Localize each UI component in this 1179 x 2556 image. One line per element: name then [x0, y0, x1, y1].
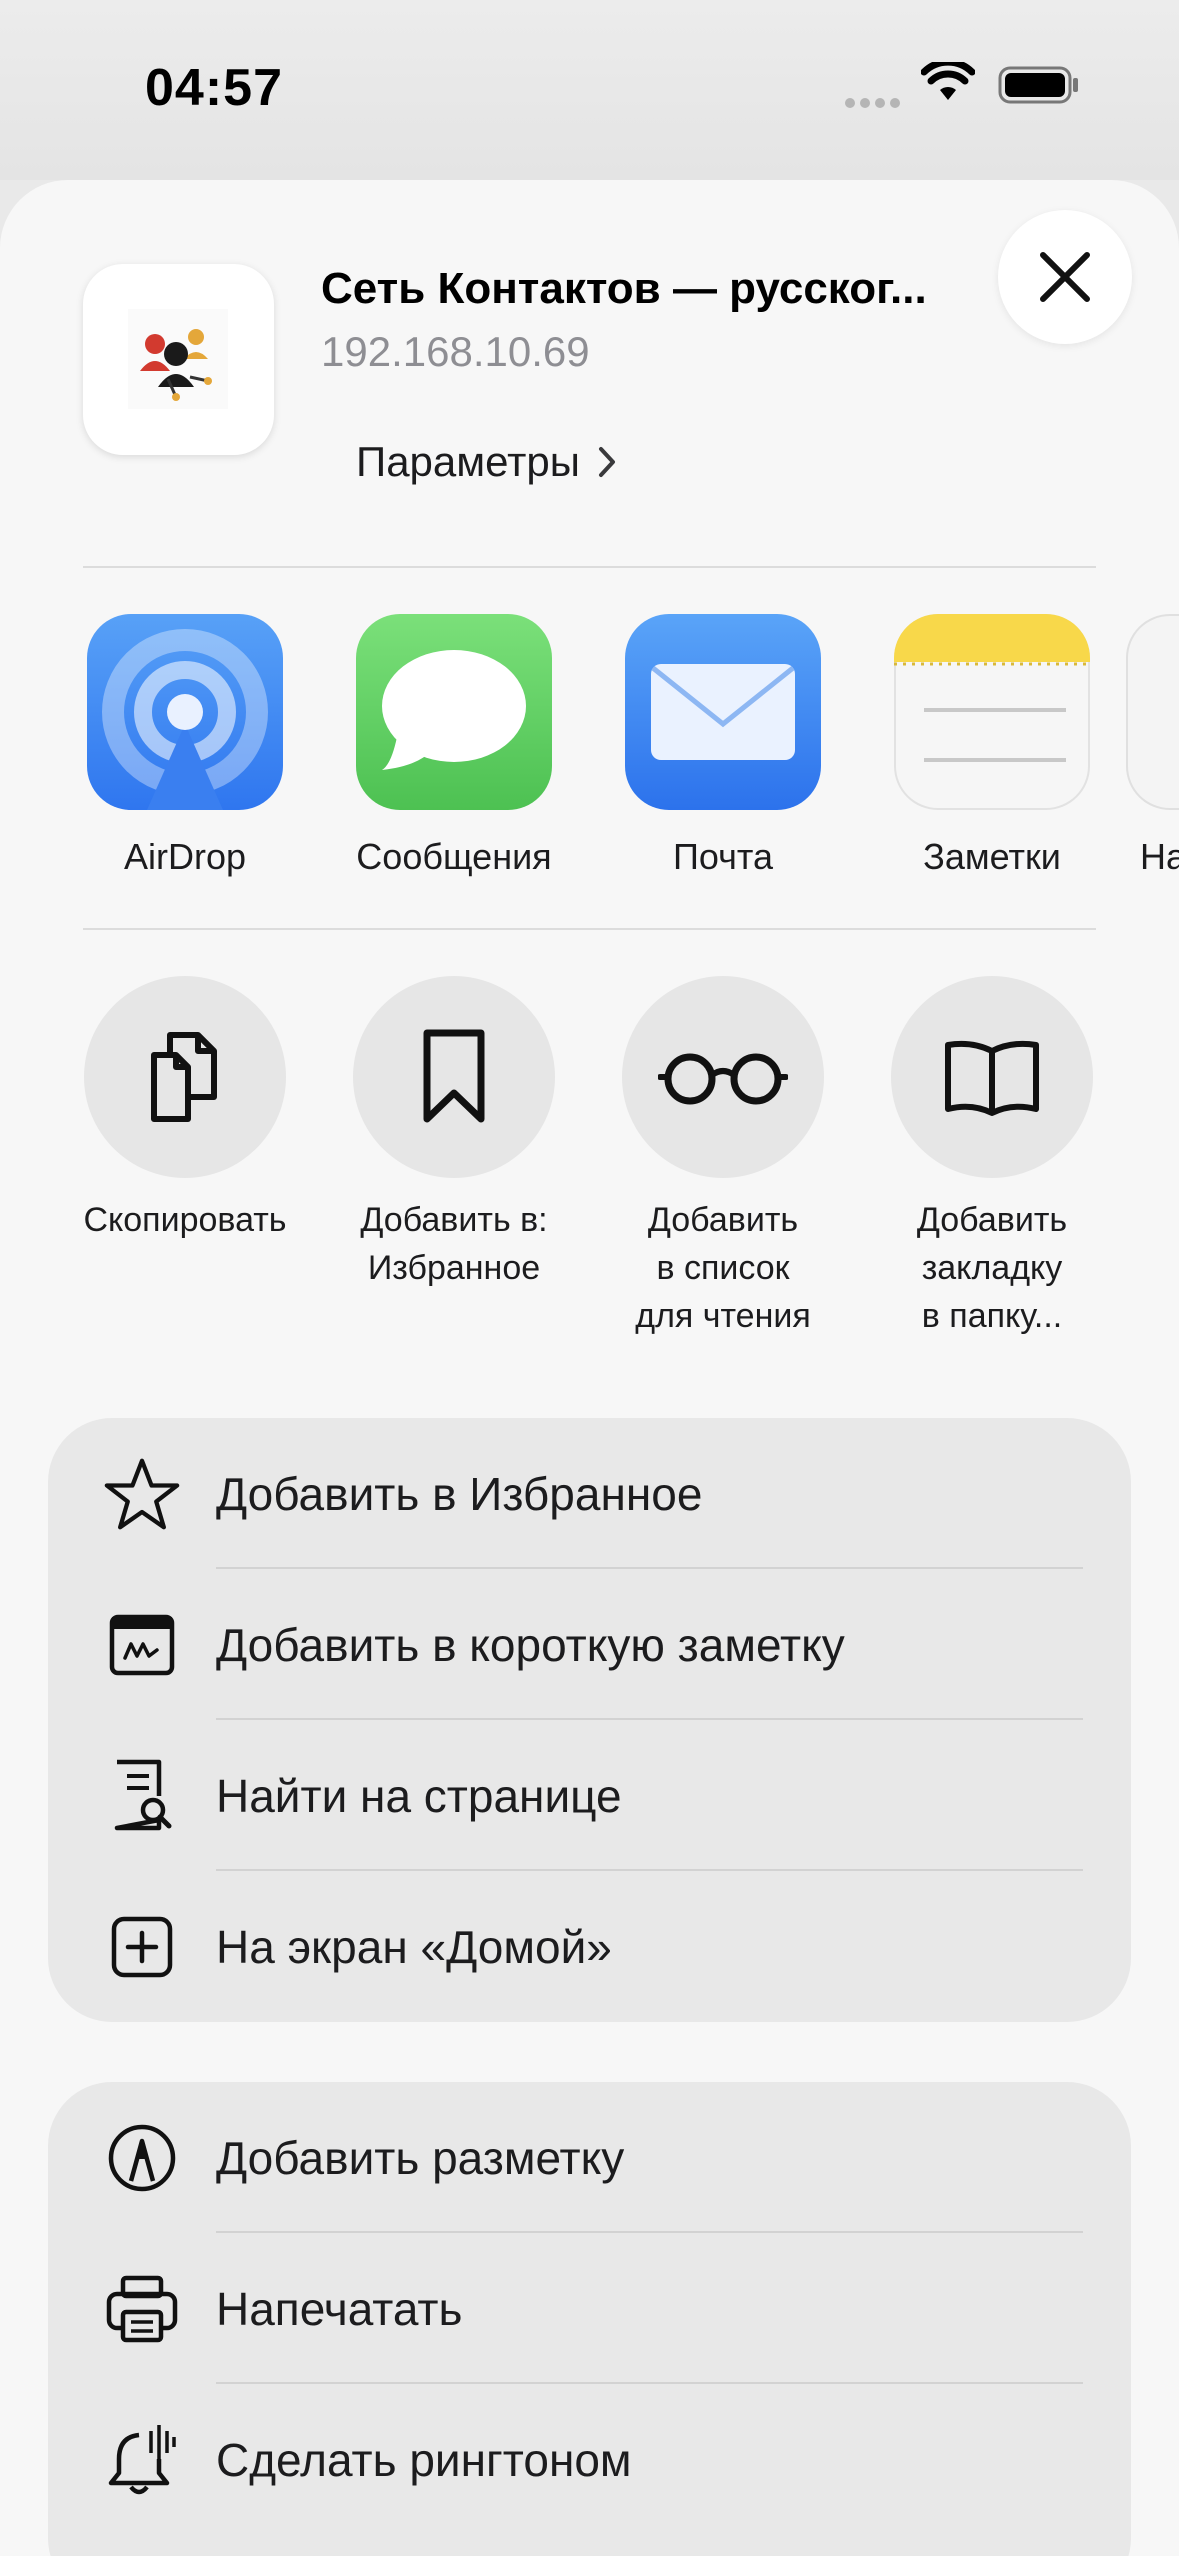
action-add-favorites[interactable]: Добавить в: Избранное — [319, 976, 589, 1292]
contacts-network-icon — [128, 309, 228, 409]
action-label: Добавить в список для чтения — [635, 1201, 811, 1335]
menu-item-label: Добавить разметку — [216, 2131, 625, 2184]
menu-item-ringtone[interactable]: Сделать рингтоном — [48, 2384, 1131, 2535]
messages-icon — [356, 614, 552, 810]
notes-icon — [894, 614, 1090, 810]
bookmark-icon — [423, 1029, 485, 1123]
markup-icon — [104, 2120, 180, 2196]
menu-item-find-on-page[interactable]: Найти на странице — [48, 1720, 1131, 1871]
menu-item-label: На экран «Домой» — [216, 1920, 612, 1973]
copy-icon — [151, 1032, 217, 1122]
printer-icon — [104, 2271, 180, 2347]
menu-group-secondary: Добавить разметку Напечатать Сделать рин… — [48, 2082, 1131, 2556]
battery-icon — [998, 66, 1078, 104]
action-copy[interactable]: Скопировать — [50, 976, 320, 1244]
share-app-label: На — [1140, 836, 1179, 877]
find-on-page-icon — [104, 1758, 180, 1834]
menu-group-primary: Добавить в Избранное Добавить в короткую… — [48, 1418, 1131, 2022]
menu-item-label: Добавить в Избранное — [216, 1467, 703, 1520]
menu-item-label: Найти на странице — [216, 1769, 622, 1822]
chevron-right-icon — [598, 447, 615, 477]
divider — [83, 566, 1096, 568]
book-icon — [945, 1040, 1039, 1116]
status-time: 04:57 — [145, 59, 283, 117]
action-reading-list[interactable]: Добавить в список для чтения — [588, 976, 858, 1340]
page-title: Сеть Контактов — русског... — [321, 264, 927, 313]
share-app-label: Заметки — [923, 836, 1061, 877]
bell-icon — [104, 2422, 180, 2498]
status-bar: 04:57 — [0, 0, 1179, 180]
add-square-icon — [104, 1909, 180, 1985]
action-label: Добавить в: Избранное — [360, 1201, 548, 1287]
menu-item-add-to-home[interactable]: На экран «Домой» — [48, 1871, 1131, 2022]
divider — [83, 928, 1096, 930]
site-favicon — [83, 264, 274, 455]
share-app-label: Сообщения — [356, 836, 552, 877]
share-sheet: Сеть Контактов — русског... 192.168.10.6… — [0, 180, 1179, 2556]
wifi-icon — [921, 62, 975, 100]
star-icon — [104, 1456, 180, 1532]
page-url: 192.168.10.69 — [321, 328, 590, 375]
share-app-partial[interactable]: На — [1126, 614, 1179, 878]
menu-item-label: Напечатать — [216, 2282, 463, 2335]
menu-item-add-favorites[interactable]: Добавить в Избранное — [48, 1418, 1131, 1569]
share-app-airdrop[interactable]: AirDrop — [50, 614, 320, 878]
share-app-label: AirDrop — [123, 836, 247, 877]
menu-item-label: Добавить в короткую заметку — [216, 1618, 845, 1671]
share-app-messages[interactable]: Сообщения — [319, 614, 589, 878]
glasses-icon — [658, 1053, 788, 1105]
cellular-signal-icon — [845, 95, 905, 113]
options-button[interactable]: Параметры — [356, 438, 616, 486]
options-label: Параметры — [356, 438, 580, 485]
menu-item-markup[interactable]: Добавить разметку — [48, 2082, 1131, 2233]
menu-item-label: Сделать рингтоном — [216, 2433, 632, 2486]
airdrop-icon — [87, 614, 283, 810]
mail-icon — [625, 614, 821, 810]
app-icon-partial — [1126, 614, 1179, 810]
menu-item-quick-note[interactable]: Добавить в короткую заметку — [48, 1569, 1131, 1720]
action-label: Добавить закладку в папку... — [916, 1201, 1068, 1335]
close-icon — [1040, 252, 1090, 302]
action-label: Скопировать — [83, 1201, 287, 1239]
close-button[interactable] — [998, 210, 1132, 344]
share-app-mail[interactable]: Почта — [588, 614, 858, 878]
share-app-label: Почта — [673, 836, 773, 877]
share-app-notes[interactable]: Заметки — [857, 614, 1127, 878]
quick-note-icon — [104, 1607, 180, 1683]
action-bookmark-folder[interactable]: Добавить закладку в папку... — [857, 976, 1127, 1340]
menu-item-print[interactable]: Напечатать — [48, 2233, 1131, 2384]
